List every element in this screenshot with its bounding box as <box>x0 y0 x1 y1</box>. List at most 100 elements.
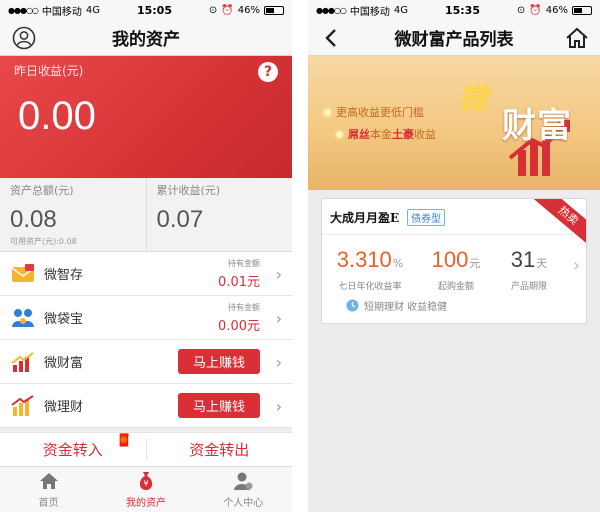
alarm-icon: ⏰ <box>529 4 542 16</box>
tab-label: 我的资产 <box>125 498 166 509</box>
cumulative-earnings-value: 0.07 <box>156 206 204 233</box>
carrier-label: 中国移动 <box>41 6 82 18</box>
signal-icon: ●●●○○ <box>316 5 347 15</box>
transfer-in-button[interactable]: 资金转入 🧧 <box>0 433 146 460</box>
product-name: 微袋宝 <box>44 312 84 327</box>
alarm-icon: ⏰ <box>221 4 234 16</box>
battery-percent: 46% <box>237 4 260 16</box>
product-row-weicaifu[interactable]: 微财富 马上赚钱 › <box>0 340 292 384</box>
product-list-screen: ●●●○○ 中国移动 4G 15:35 ⊙ ⏰ 46% 微财富产品列表 更高收益… <box>308 0 600 512</box>
hold-amount-label: 持有金额 <box>228 302 260 312</box>
term-value: 31 <box>510 247 536 272</box>
cumulative-earnings-block: 累计收益(元) 0.07 <box>145 178 293 251</box>
banner-slogan-2b: 本金 <box>370 128 392 141</box>
min-amount-metric: 100元 起购金额 <box>418 247 494 292</box>
tab-home[interactable]: 首页 <box>0 467 97 512</box>
user-profile-icon[interactable] <box>12 26 36 50</box>
signal-icon: ●●●○○ <box>8 5 39 15</box>
yesterday-earnings-panel: 昨日收益(元) ? 0.00 <box>0 56 292 178</box>
home-icon <box>39 473 58 489</box>
sparkle-icon <box>336 130 343 138</box>
banner-slogan-2d: 收益 <box>414 128 436 141</box>
envelope-icon <box>10 261 36 287</box>
rate-unit: % <box>392 257 404 270</box>
hold-amount-value: 0.01元 <box>218 274 260 290</box>
earn-now-button[interactable]: 马上赚钱 <box>178 393 260 418</box>
available-assets: 可用资产(元):0.08 <box>10 237 77 246</box>
asset-summary: 资产总额(元) 0.08 可用资产(元):0.08 累计收益(元) 0.07 <box>0 178 292 252</box>
page-title: 微财富产品列表 <box>394 30 514 50</box>
hold-amount-value: 0.00元 <box>218 318 260 334</box>
transfer-in-label: 资金转入 <box>42 441 103 459</box>
product-name: 微财富 <box>44 356 84 371</box>
earn-now-button[interactable]: 马上赚钱 <box>178 349 260 374</box>
lock-icon: ⊙ <box>516 4 526 16</box>
product-list: 微智存 持有金额 0.01元 › 微袋宝 持有金额 0.00元 › 微财富 马上… <box>0 252 292 428</box>
banner-slogan-2a: 屌丝 <box>348 128 370 141</box>
product-name: 微理财 <box>44 400 84 415</box>
user-icon <box>234 472 253 490</box>
product-card[interactable]: 热卖 大成月月盈E 债券型 3.310% 七日年化收益率 100元 起购金额 3… <box>321 198 587 324</box>
product-row-weizhicun[interactable]: 微智存 持有金额 0.01元 › <box>0 252 292 296</box>
banner-logo-text: 财富 <box>502 106 572 146</box>
money-bag-icon: ¥ <box>139 472 153 490</box>
banner-slogan-1: 更高收益更低门槛 <box>336 106 424 119</box>
product-name: 微智存 <box>44 268 84 283</box>
status-bar: ●●●○○ 中国移动 4G 15:05 ⊙ ⏰ 46% <box>0 0 292 20</box>
tab-my-assets[interactable]: ¥ 我的资产 <box>97 467 194 512</box>
help-icon[interactable]: ? <box>258 62 278 82</box>
network-label: 4G <box>85 4 101 16</box>
product-footer-text: 短期理财 收益稳健 <box>364 302 448 313</box>
product-type-tag: 债券型 <box>407 209 446 226</box>
rate-metric: 3.310% 七日年化收益率 <box>322 247 418 292</box>
min-amount-label: 起购金额 <box>437 282 474 292</box>
transfer-out-button[interactable]: 资金转出 <box>145 439 293 460</box>
growth-chart-icon <box>10 349 36 375</box>
chevron-right-icon: › <box>572 255 580 276</box>
term-metric: 31天 产品期限 <box>494 247 564 292</box>
total-assets-value: 0.08 <box>10 206 57 233</box>
battery-icon <box>572 5 592 15</box>
my-assets-screen: ●●●○○ 中国移动 4G 15:05 ⊙ ⏰ 46% 我的资产 昨日收益(元)… <box>0 0 292 512</box>
banner-slogan-2c: 土豪 <box>392 128 414 141</box>
nav-bar: 我的资产 <box>0 20 292 56</box>
promo-banner[interactable]: 更高收益更低门槛 屌丝本金土豪收益 微 财富 <box>308 56 600 190</box>
product-row-weidaibao[interactable]: 微袋宝 持有金额 0.00元 › <box>0 296 292 340</box>
status-time: 15:35 <box>444 3 480 17</box>
home-icon[interactable] <box>564 25 590 51</box>
battery-percent: 46% <box>545 4 568 16</box>
clock-icon <box>346 299 359 312</box>
yesterday-earnings-label: 昨日收益(元) <box>14 64 84 78</box>
chevron-right-icon: › <box>275 309 282 328</box>
tab-bar: 首页 ¥ 我的资产 个人中心 <box>0 466 292 512</box>
term-label: 产品期限 <box>510 282 547 292</box>
yesterday-earnings-value: 0.00 <box>18 94 96 138</box>
total-assets-block: 资产总额(元) 0.08 可用资产(元):0.08 <box>0 178 146 251</box>
status-bar: ●●●○○ 中国移动 4G 15:35 ⊙ ⏰ 46% <box>308 0 600 20</box>
chevron-right-icon: › <box>275 397 282 416</box>
svg-text:¥: ¥ <box>143 479 148 488</box>
product-title: 大成月月盈E <box>330 211 400 225</box>
status-time: 15:05 <box>136 3 172 17</box>
transfer-out-label: 资金转出 <box>189 441 250 459</box>
back-arrow-icon[interactable] <box>320 26 344 50</box>
carrier-label: 中国移动 <box>349 6 390 18</box>
bar-chart-icon <box>10 393 36 419</box>
chevron-right-icon: › <box>275 265 282 284</box>
rate-label: 七日年化收益率 <box>338 282 402 292</box>
tab-label: 首页 <box>38 498 59 509</box>
tab-personal-center[interactable]: 个人中心 <box>195 467 292 512</box>
page-title: 我的资产 <box>112 30 180 50</box>
hold-amount-label: 持有金额 <box>228 258 260 268</box>
battery-icon <box>264 5 284 15</box>
lock-icon: ⊙ <box>208 4 218 16</box>
users-icon <box>10 305 36 331</box>
product-row-weilicai[interactable]: 微理财 马上赚钱 › <box>0 384 292 428</box>
sparkle-icon <box>324 108 331 116</box>
total-assets-label: 资产总额(元) <box>10 184 74 197</box>
term-unit: 天 <box>536 257 548 270</box>
rate-value: 3.310 <box>336 247 392 272</box>
chevron-right-icon: › <box>275 353 282 372</box>
banner-logo-wei: 微 <box>458 82 488 117</box>
nav-bar: 微财富产品列表 <box>308 20 600 56</box>
